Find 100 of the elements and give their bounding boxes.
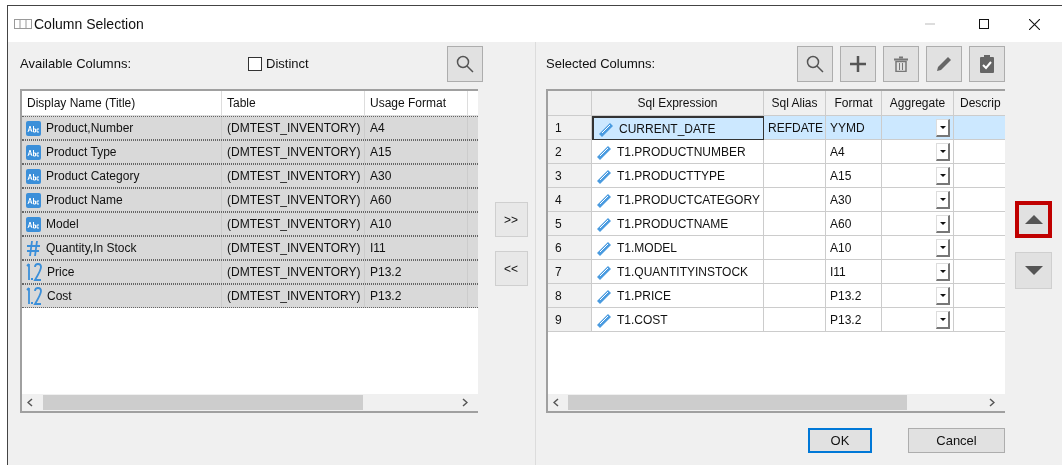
scroll-left-icon[interactable]: [27, 398, 33, 407]
dropdown-button[interactable]: [936, 166, 950, 185]
delete-button[interactable]: [883, 46, 919, 82]
table-row[interactable]: Product Name (DMTEST_INVENTORY) A60: [22, 188, 478, 212]
search-button[interactable]: [797, 46, 833, 82]
table-cell[interactable]: [882, 212, 954, 236]
table-cell[interactable]: P13.2: [826, 284, 882, 308]
table-cell-text: A10: [370, 216, 392, 233]
table-cell-text: (DMTEST_INVENTORY): [227, 192, 361, 209]
column-header[interactable]: Aggregate: [882, 91, 954, 116]
clipboard-check-icon: [980, 55, 994, 73]
row-number: 5: [548, 212, 592, 236]
pencil-icon: [598, 120, 614, 137]
table-row[interactable]: Product Type (DMTEST_INVENTORY) A15: [22, 140, 478, 164]
table-cell[interactable]: P13.2: [826, 308, 882, 332]
dropdown-button[interactable]: [936, 214, 950, 233]
trash-icon: [894, 56, 908, 72]
table-row[interactable]: Price (DMTEST_INVENTORY) P13.2: [22, 260, 478, 284]
table-cell[interactable]: [882, 164, 954, 188]
dropdown-button[interactable]: [936, 190, 950, 209]
table-cell[interactable]: [764, 260, 826, 284]
table-cell[interactable]: [764, 164, 826, 188]
pencil-icon: [935, 55, 953, 73]
table-cell-text: (DMTEST_INVENTORY): [227, 264, 361, 281]
table-cell[interactable]: [882, 260, 954, 284]
add-button[interactable]: [840, 46, 876, 82]
table-cell[interactable]: A10: [826, 236, 882, 260]
table-cell[interactable]: A30: [826, 188, 882, 212]
scroll-right-icon[interactable]: [462, 398, 468, 407]
pencil-icon: [596, 167, 612, 184]
triangle-up-icon: [1024, 215, 1043, 224]
table-cell[interactable]: [882, 284, 954, 308]
dialog-button[interactable]: Cancel: [908, 428, 1005, 453]
table-cell[interactable]: [764, 284, 826, 308]
table-cell[interactable]: A60: [826, 212, 882, 236]
dropdown-button[interactable]: [936, 286, 950, 305]
dropdown-button[interactable]: [936, 310, 950, 329]
table-cell[interactable]: YYMD: [826, 116, 882, 140]
move-down-button[interactable]: [1015, 252, 1052, 289]
transfer-button[interactable]: <<: [494, 251, 528, 286]
column-header[interactable]: Sql Expression: [592, 91, 764, 116]
caret-icon: [939, 173, 946, 177]
edit-button[interactable]: [926, 46, 962, 82]
table-cell[interactable]: T1.PRICE: [592, 284, 764, 308]
table-cell[interactable]: T1.QUANTITYINSTOCK: [592, 260, 764, 284]
table-cell[interactable]: [882, 116, 954, 140]
column-header: Table: [222, 91, 365, 115]
dialog-button[interactable]: OK: [808, 428, 872, 453]
table-cell[interactable]: [882, 308, 954, 332]
table-cell[interactable]: T1.MODEL: [592, 236, 764, 260]
search-button[interactable]: [447, 46, 483, 82]
pencil-icon: [596, 311, 612, 328]
caret-icon: [939, 293, 946, 297]
dropdown-button[interactable]: [936, 118, 950, 137]
table-cell[interactable]: T1.PRODUCTCATEGORY: [592, 188, 764, 212]
table-cell[interactable]: [764, 308, 826, 332]
table-cell[interactable]: [882, 140, 954, 164]
table-row[interactable]: Quantity,In Stock (DMTEST_INVENTORY) I11: [22, 236, 478, 260]
table-cell[interactable]: T1.PRODUCTNAME: [592, 212, 764, 236]
pencil-icon: [596, 143, 612, 160]
column-header: Usage Format: [365, 91, 468, 115]
table-row[interactable]: Model (DMTEST_INVENTORY) A10: [22, 212, 478, 236]
table-cell[interactable]: [764, 236, 826, 260]
table-cell[interactable]: [764, 188, 826, 212]
table-cell[interactable]: A4: [826, 140, 882, 164]
scrollbar[interactable]: [22, 394, 478, 411]
table-cell[interactable]: CURRENT_DATE: [592, 116, 764, 140]
table-cell[interactable]: [882, 188, 954, 212]
column-header[interactable]: Sql Alias: [764, 91, 826, 116]
dropdown-button[interactable]: [936, 142, 950, 161]
pencil-icon: [596, 263, 612, 280]
validate-button[interactable]: [969, 46, 1005, 82]
dropdown-button[interactable]: [936, 238, 950, 257]
table-cell[interactable]: REFDATE: [764, 116, 826, 140]
table-cell[interactable]: [764, 212, 826, 236]
table-cell[interactable]: I11: [826, 260, 882, 284]
table-row[interactable]: Product Category (DMTEST_INVENTORY) A30: [22, 164, 478, 188]
table-cell[interactable]: [882, 236, 954, 260]
column-header[interactable]: Format: [826, 91, 882, 116]
scroll-left-icon[interactable]: [553, 398, 559, 407]
table-cell[interactable]: [764, 140, 826, 164]
checkbox[interactable]: [248, 57, 262, 71]
row-number: 2: [548, 140, 592, 164]
transfer-button[interactable]: >>: [494, 202, 528, 237]
column-header[interactable]: Descrip: [954, 91, 1005, 116]
scrollbar[interactable]: [548, 394, 1005, 411]
table-cell[interactable]: T1.COST: [592, 308, 764, 332]
scroll-right-icon[interactable]: [989, 398, 995, 407]
caret-icon: [939, 197, 946, 201]
move-up-button[interactable]: [1015, 201, 1052, 238]
table-cell[interactable]: T1.PRODUCTTYPE: [592, 164, 764, 188]
table-row[interactable]: Product,Number (DMTEST_INVENTORY) A4: [22, 116, 478, 140]
dropdown-button[interactable]: [936, 262, 950, 281]
table-row[interactable]: Cost (DMTEST_INVENTORY) P13.2: [22, 284, 478, 308]
scrollbar-thumb[interactable]: [568, 395, 907, 410]
text-type-icon: [26, 192, 41, 208]
table-cell[interactable]: T1.PRODUCTNUMBER: [592, 140, 764, 164]
scrollbar-thumb[interactable]: [43, 395, 363, 410]
table-cell[interactable]: [954, 116, 1005, 140]
table-cell[interactable]: A15: [826, 164, 882, 188]
